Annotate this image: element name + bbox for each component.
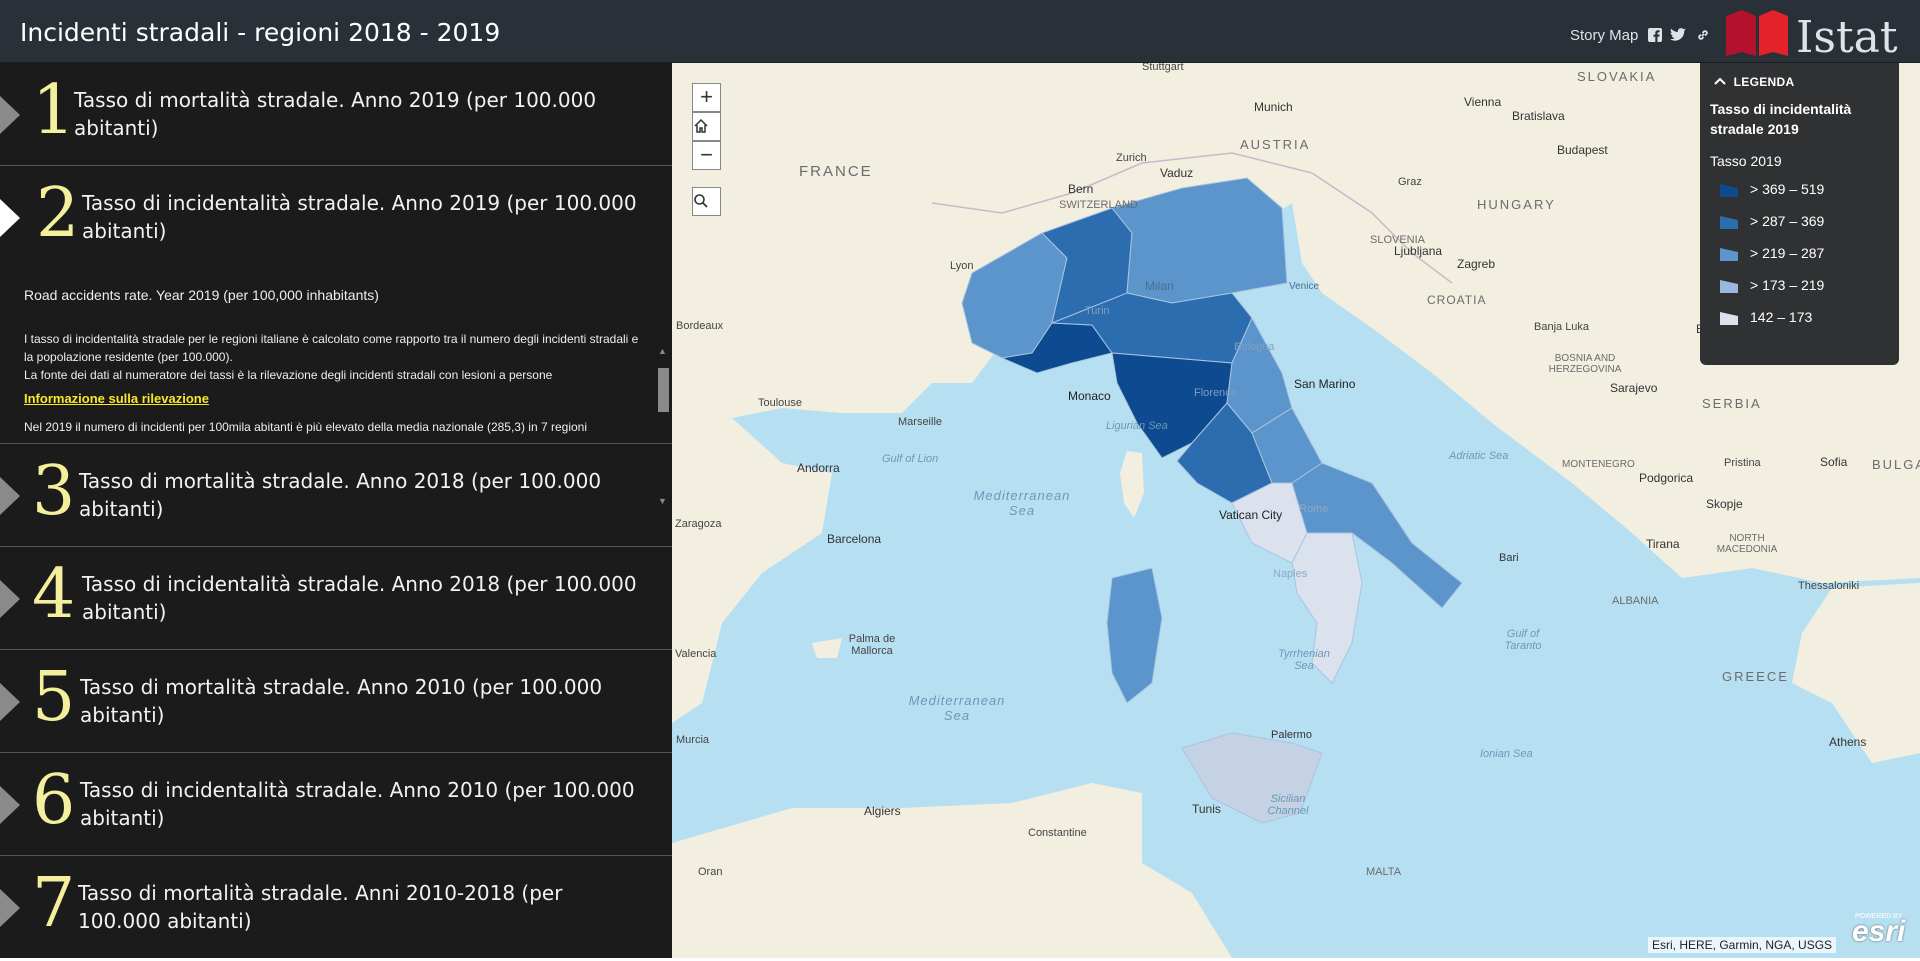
legend-field-name: Tasso 2019 [1710,153,1782,169]
section-arrow-icon [0,477,20,515]
info-link[interactable]: Informazione sulla rilevazione [24,390,209,408]
section-arrow-icon [0,96,20,134]
section-1[interactable]: 1 Tasso di mortalità stradale. Anno 2019… [0,63,672,166]
section-number: 2 [36,174,80,253]
section-number: 6 [32,761,76,840]
section-source: La fonte dei dati al numeratore dei tass… [24,368,553,382]
zoom-out-button[interactable]: − [692,141,721,170]
section-title: Tasso di incidentalità stradale. Anno 20… [80,778,635,830]
legend-swatch [1720,184,1738,197]
legend-header[interactable]: LEGENDA [1714,75,1899,89]
section-2[interactable]: 2 Tasso di incidentalità stradale. Anno … [0,166,672,444]
legend-class: > 219 – 287 [1710,237,1899,269]
section-7[interactable]: 7 Tasso di mortalità stradale. Anni 2010… [0,856,672,958]
map-attribution[interactable]: Esri, HERE, Garmin, NGA, USGS [1648,937,1837,953]
section-4[interactable]: 4 Tasso di incidentalità stradale. Anno … [0,547,672,650]
section-arrow-icon [0,683,20,721]
section-description: I tasso di incidentalità stradale per le… [24,332,639,364]
legend-swatch [1720,312,1738,325]
section-content: Road accidents rate. Year 2019 (per 100,… [24,286,644,441]
section-title: Tasso di mortalità stradale. Anni 2010-2… [78,881,563,933]
section-number: 5 [32,658,76,737]
section-6[interactable]: 6 Tasso di incidentalità stradale. Anno … [0,753,672,856]
search-button[interactable] [692,187,721,216]
section-number: 7 [32,864,76,943]
section-english-title: Road accidents rate. Year 2019 (per 100,… [24,287,379,303]
esri-logo[interactable]: esri [1852,915,1905,949]
section-arrow-icon [0,889,20,927]
legend-class: > 369 – 519 [1710,173,1899,205]
legend-class: > 287 – 369 [1710,205,1899,237]
story-map-link[interactable]: Story Map [1570,27,1638,44]
link-icon[interactable] [1695,28,1711,44]
search-icon [694,194,708,208]
section-number: 4 [32,555,76,634]
section-title: Tasso di mortalità stradale. Anno 2018 (… [79,469,602,521]
legend-class-label: > 369 – 519 [1750,181,1825,197]
home-button[interactable] [692,112,721,141]
section-arrow-icon [0,199,20,237]
scroll-down-icon[interactable]: ▼ [658,496,667,506]
section-number: 3 [32,452,76,531]
section-5[interactable]: 5 Tasso di mortalità stradale. Anno 2010… [0,650,672,753]
istat-logo: Istat [1726,8,1902,63]
chevron-up-icon [1714,75,1726,89]
legend-swatch [1720,280,1738,293]
section-arrow-icon [0,786,20,824]
home-icon [694,118,708,133]
story-sidebar: 1 Tasso di mortalità stradale. Anno 2019… [0,63,672,958]
legend-class-label: > 173 – 219 [1750,277,1825,293]
legend-class-label: 142 – 173 [1750,309,1813,325]
scroll-thumb[interactable] [658,368,669,412]
section-3[interactable]: 3 Tasso di mortalità stradale. Anno 2018… [0,444,672,547]
legend-layer-title: Tasso di incidentalità stradale 2019 [1710,101,1852,137]
legend-panel: LEGENDA Tasso di incidentalità stradale … [1700,63,1899,365]
legend-swatch [1720,216,1738,229]
app-title: Incidenti stradali - regioni 2018 - 2019 [20,18,501,47]
section-scrollbar[interactable]: ▲ ▼ [656,346,670,506]
facebook-icon[interactable] [1647,28,1663,44]
section-footer-text: Nel 2019 il numero di incidenti per 100m… [24,420,588,434]
app-header: Incidenti stradali - regioni 2018 - 2019… [0,0,1920,63]
svg-text:Istat: Istat [1796,12,1898,58]
section-number: 1 [32,71,76,150]
section-arrow-icon [0,580,20,618]
legend-swatch [1720,248,1738,261]
legend-class-label: > 219 – 287 [1750,245,1825,261]
legend-header-label: LEGENDA [1733,75,1795,89]
legend-class-label: > 287 – 369 [1750,213,1825,229]
zoom-in-button[interactable]: + [692,83,721,112]
legend-class: 142 – 173 [1710,301,1899,333]
section-title: Tasso di incidentalità stradale. Anno 20… [82,572,637,624]
section-title: Tasso di incidentalità stradale. Anno 20… [82,191,637,243]
legend-class: > 173 – 219 [1710,269,1899,301]
scroll-up-icon[interactable]: ▲ [658,346,667,356]
section-title: Tasso di mortalità stradale. Anno 2019 (… [74,88,597,140]
twitter-icon[interactable] [1670,28,1686,44]
section-title: Tasso di mortalità stradale. Anno 2010 (… [80,675,603,727]
